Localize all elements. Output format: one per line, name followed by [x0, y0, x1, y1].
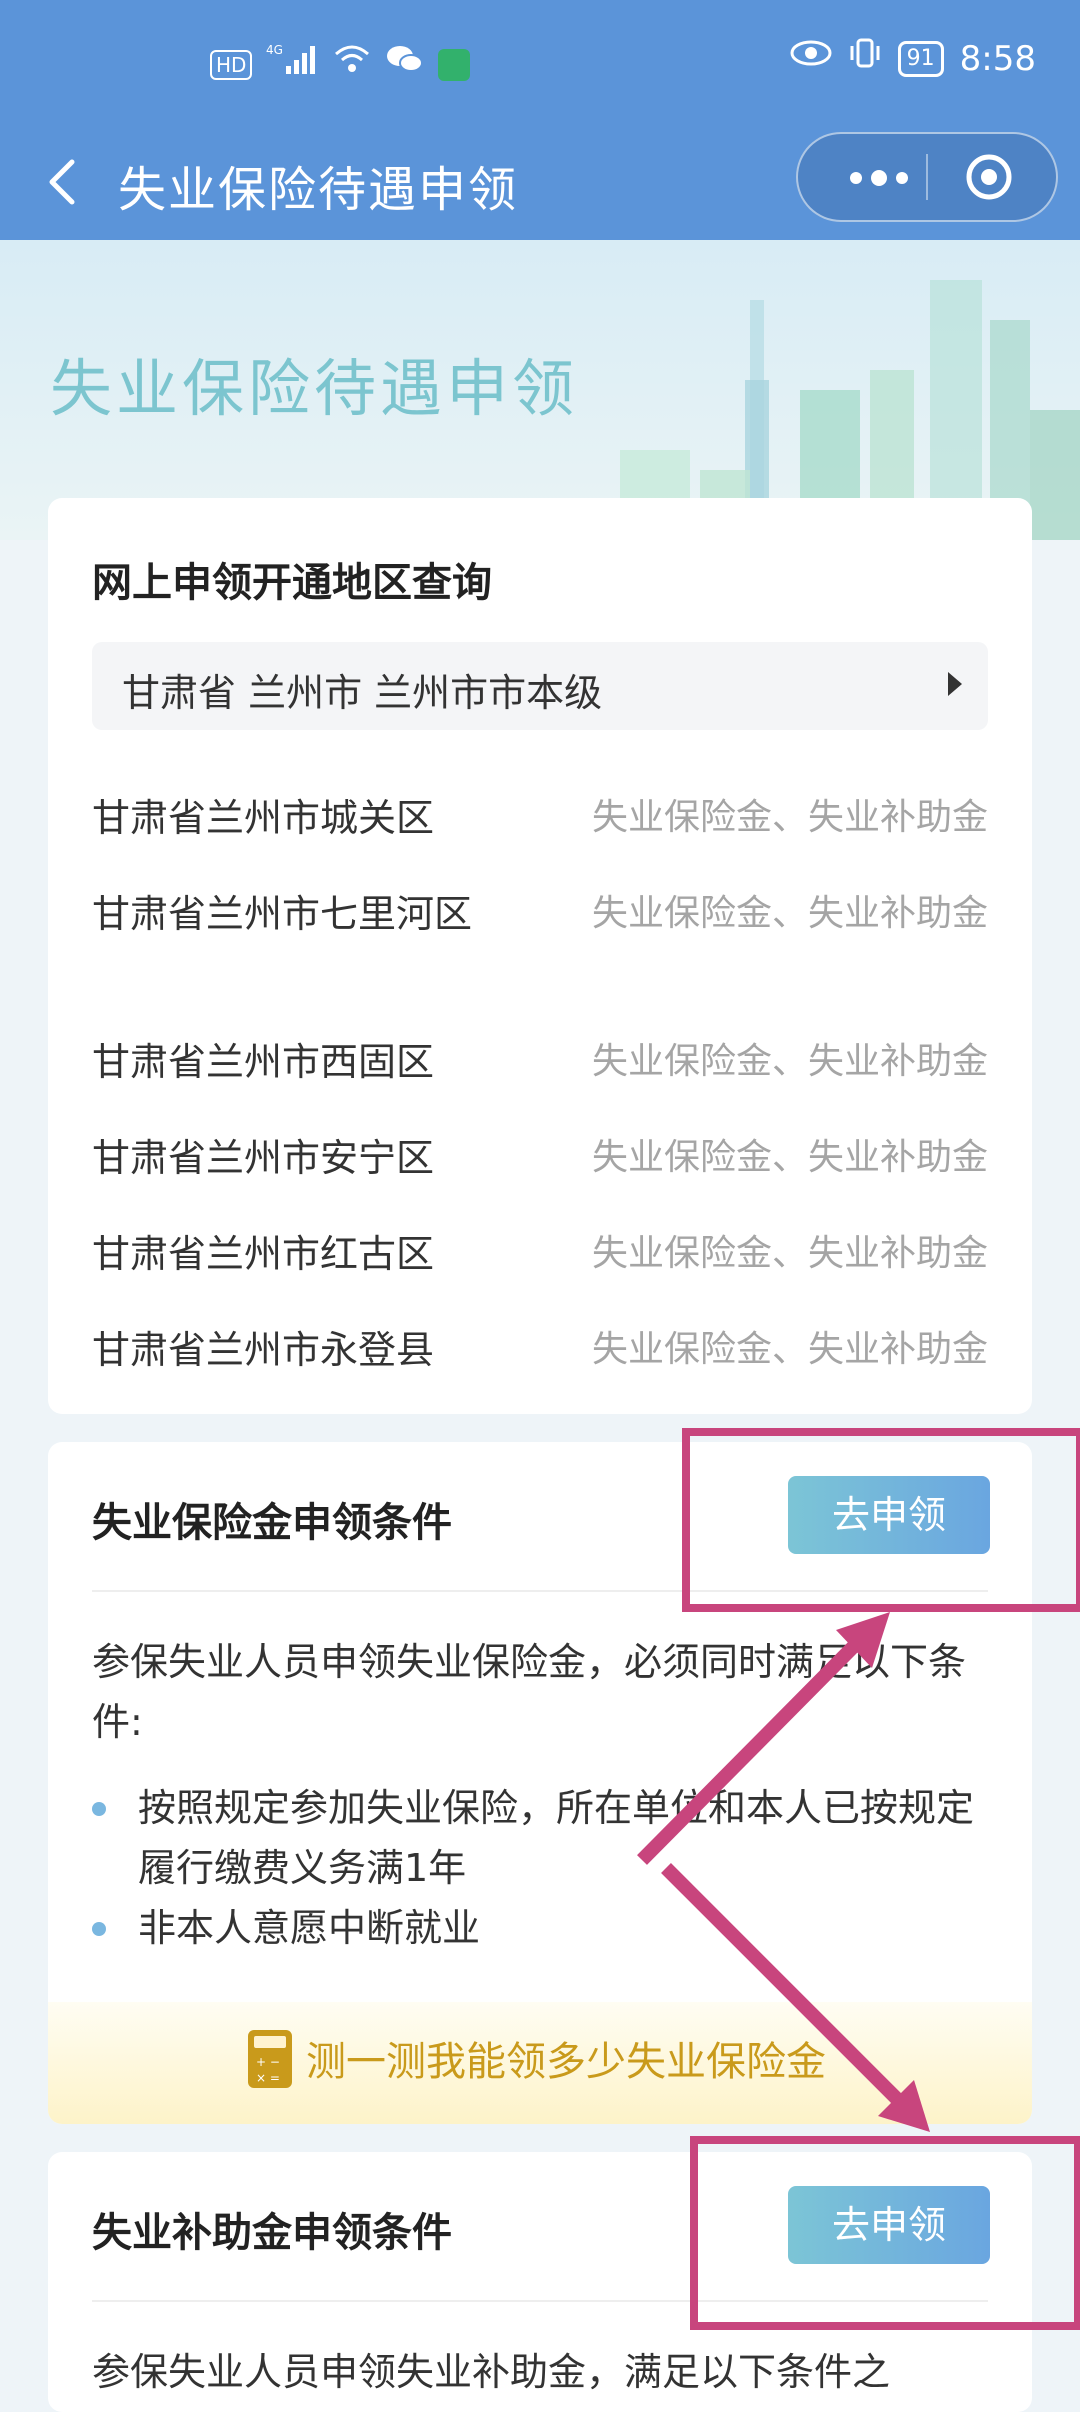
insurance-conditions-card: 失业保险金申领条件 去申领 参保失业人员申领失业保险金，必须同时满足以下条件: … [48, 1442, 1032, 2124]
status-bar: HD 4G 91 8:58 [0, 36, 1080, 96]
back-arrow-icon[interactable] [38, 152, 88, 212]
condition-text: 按照规定参加失业保险，所在单位和本人已按规定履行缴费义务满1年 [138, 1786, 975, 1890]
wechat-icon [386, 42, 424, 88]
benefit-types: 失业保险金、失业补助金 [591, 797, 988, 838]
wifi-icon [332, 42, 372, 88]
benefit-types: 失业保险金、失业补助金 [591, 1041, 988, 1082]
vibrate-icon [848, 36, 882, 82]
benefit-types: 失业保险金、失业补助金 [591, 1233, 988, 1274]
region-name: 甘肃省兰州市红古区 [92, 1232, 435, 1276]
status-time: 8:58 [959, 39, 1036, 79]
page-title: 失业保险待遇申领 [50, 352, 579, 425]
region-name: 甘肃省兰州市西固区 [92, 1040, 435, 1084]
app-notification-icon [438, 49, 471, 81]
eye-icon [790, 38, 832, 80]
region-query-card: 网上申领开通地区查询 甘肃省 兰州市 兰州市市本级 甘肃省兰州市城关区 失业保险… [48, 498, 1032, 1414]
condition-item: 非本人意愿中断就业 [92, 1898, 988, 1958]
triangle-right-icon [948, 672, 962, 696]
benefit-types: 失业保险金、失业补助金 [591, 1329, 988, 1370]
nav-bar: 失业保险待遇申领 [0, 130, 1080, 240]
status-left-icons: HD 4G [210, 42, 471, 88]
close-mini-program-icon[interactable] [964, 152, 1014, 202]
region-selector[interactable]: 甘肃省 兰州市 兰州市市本级 [92, 642, 988, 730]
more-icon[interactable] [834, 158, 924, 198]
capsule-divider [926, 154, 928, 200]
hd-icon: HD [210, 50, 253, 80]
top-bar: HD 4G 91 8:58 失业保险待遇申领 [0, 0, 1080, 240]
region-name: 甘肃省兰州市永登县 [92, 1328, 435, 1372]
subsidy-intro: 参保失业人员申领失业补助金，满足以下条件之 [92, 2350, 891, 2394]
insurance-card-title: 失业保险金申领条件 [92, 1500, 452, 1546]
divider [92, 1590, 988, 1592]
bullet-dot [92, 1802, 106, 1816]
region-name: 甘肃省兰州市安宁区 [92, 1136, 435, 1180]
region-name: 甘肃省兰州市七里河区 [92, 892, 473, 936]
battery-icon: 91 [897, 41, 944, 77]
divider [92, 2300, 988, 2302]
apply-subsidy-button[interactable]: 去申领 [788, 2186, 990, 2264]
hero-banner: 失业保险待遇申领 [0, 240, 1080, 540]
bullet-dot [92, 1922, 106, 1936]
nav-title: 失业保险待遇申领 [118, 162, 519, 218]
subsidy-conditions-card: 失业补助金申领条件 去申领 参保失业人员申领失业补助金，满足以下条件之 [48, 2152, 1032, 2412]
calculator-icon: + − × = [248, 2030, 292, 2088]
region-name: 甘肃省兰州市城关区 [92, 796, 435, 840]
benefit-types: 失业保险金、失业补助金 [591, 893, 988, 934]
mini-program-capsule [796, 132, 1058, 222]
selected-region: 甘肃省 兰州市 兰州市市本级 [122, 671, 603, 715]
status-right-icons: 91 8:58 [790, 36, 1036, 82]
signal-label: 4G [266, 43, 283, 57]
calculator-link[interactable]: 测一测我能领多少失业保险金 [306, 2032, 826, 2092]
apply-insurance-button[interactable]: 去申领 [788, 1476, 990, 1554]
region-card-title: 网上申领开通地区查询 [92, 560, 492, 606]
calculator-banner[interactable]: + − × = 测一测我能领多少失业保险金 [48, 2002, 1032, 2124]
subsidy-card-title: 失业补助金申领条件 [92, 2210, 452, 2256]
benefit-types: 失业保险金、失业补助金 [591, 1137, 988, 1178]
svg-text:× =: × = [256, 2071, 280, 2085]
svg-text:+ −: + − [256, 2055, 280, 2069]
insurance-intro: 参保失业人员申领失业保险金，必须同时满足以下条件: [92, 1640, 967, 1744]
signal-icon: 4G [266, 42, 318, 88]
condition-text: 非本人意愿中断就业 [138, 1906, 481, 1950]
condition-item: 按照规定参加失业保险，所在单位和本人已按规定履行缴费义务满1年 [92, 1778, 988, 1898]
